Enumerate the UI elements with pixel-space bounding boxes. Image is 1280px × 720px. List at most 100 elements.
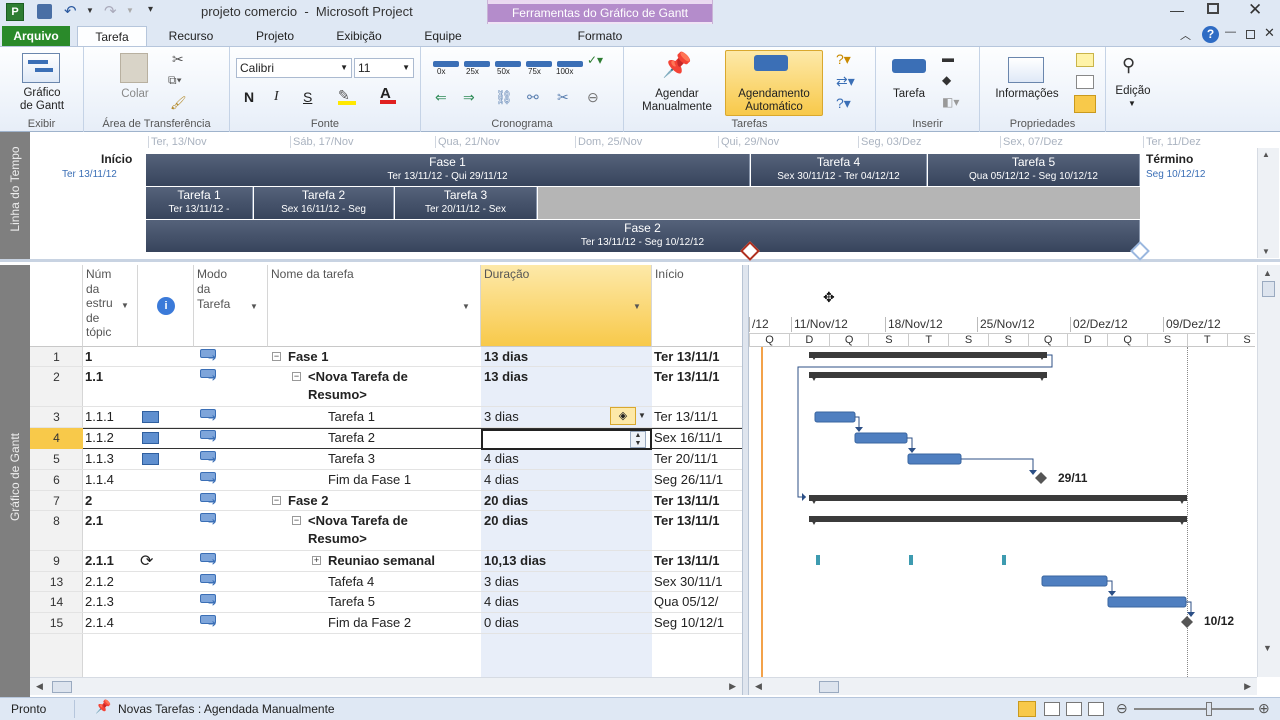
duration-edit-box[interactable] — [481, 429, 652, 450]
timeline-bar-fase1[interactable]: Fase 1 Ter 13/11/12 - Qui 29/11/12 — [146, 154, 750, 186]
collapse-toggle-icon[interactable]: − — [272, 352, 281, 361]
gantt-side-tab[interactable]: Gráfico de Gantt — [0, 265, 30, 697]
timeline-bar-tarefa5[interactable]: Tarefa 5 Qua 05/12/12 - Seg 10/12/12 — [928, 154, 1140, 186]
view-sheet-icon[interactable] — [1066, 702, 1082, 716]
grid-header-name[interactable]: Nome da tarefa ▼ — [268, 265, 481, 347]
view-gantt-icon[interactable] — [1018, 701, 1036, 717]
table-row[interactable]: 9 2.1.1 ⟳ ➔ + Reuniao semanal 10,13 dias Ter 13… — [30, 551, 742, 572]
smart-tag-icon[interactable]: ◈ — [610, 407, 636, 425]
calendar-indicator-icon[interactable] — [142, 411, 159, 423]
gantt-chart-button[interactable]: Gráfico de Gantt — [4, 87, 80, 113]
unlink-tasks-icon[interactable]: ⚯ — [527, 89, 539, 106]
recurring-meeting-3[interactable] — [1002, 555, 1006, 565]
timeline-add-icon[interactable] — [1074, 95, 1096, 113]
mode-icon[interactable]: ?▾ — [836, 95, 851, 112]
collapse-toggle-icon[interactable]: − — [272, 496, 281, 505]
table-row[interactable]: 8 2.1 ➔ − <Nova Tarefa de Resumo> 20 dias Ter 1… — [30, 511, 742, 551]
tab-exibicao[interactable]: Exibição — [322, 26, 396, 46]
zoom-slider[interactable] — [1134, 708, 1254, 710]
inactivate-icon[interactable]: ⊖ — [587, 89, 599, 106]
table-row[interactable]: 2 1.1 ➔ − <Nova Tarefa de Resumo> 13 dias Ter 1… — [30, 367, 742, 407]
doc-minimize-button[interactable]: — — [1225, 26, 1236, 38]
redo-icon[interactable]: ↷ — [104, 2, 117, 20]
insert-summary-icon[interactable]: ▬ — [942, 51, 954, 65]
doc-close-button[interactable]: ✕ — [1264, 25, 1275, 41]
smart-tag-dropdown-icon[interactable]: ▼ — [638, 411, 646, 420]
undo-icon[interactable]: ↶ — [64, 2, 77, 20]
bold-button[interactable]: N — [244, 89, 254, 105]
cut-icon[interactable]: ✂ — [172, 51, 184, 68]
timeline-bar-tarefa3[interactable]: Tarefa 3 Ter 20/11/12 - Sex — [395, 187, 537, 219]
calendar-indicator-icon[interactable] — [142, 432, 159, 444]
timeline-bar-tarefa4[interactable]: Tarefa 4 Sex 30/11/12 - Ter 04/12/12 — [751, 154, 927, 186]
summary-bar-fase2[interactable] — [809, 495, 1187, 504]
duration-filter-icon[interactable]: ▼ — [633, 299, 641, 314]
redo-dropdown-icon[interactable]: ▼ — [126, 6, 134, 15]
insert-milestone-icon[interactable]: ◆ — [942, 73, 951, 87]
task-bar-tarefa2[interactable] — [854, 432, 908, 444]
grid-header-duration[interactable]: Duração ▼ — [481, 265, 652, 347]
tab-recurso[interactable]: Recurso — [155, 26, 227, 46]
tab-equipe[interactable]: Equipe — [408, 26, 478, 46]
manual-schedule-button[interactable]: Agendar Manualmente — [628, 88, 726, 114]
indent-icon[interactable]: ⇒ — [463, 89, 475, 106]
format-painter-icon[interactable]: 🖌 — [170, 95, 187, 111]
name-filter-icon[interactable]: ▼ — [462, 299, 470, 314]
auto-schedule-button[interactable]: Agendamento Automático — [725, 88, 823, 114]
recurring-indicator-icon[interactable]: ⟳ — [140, 551, 153, 571]
timeline-side-tab[interactable]: Linha do Tempo — [0, 132, 30, 259]
task-bar-tarefa1[interactable] — [814, 411, 856, 423]
table-row[interactable]: 13 2.1.2 ➔ Tafefa 4 3 dias Sex 30/11/1 — [30, 572, 742, 592]
insert-deliverable-icon[interactable]: ◧▾ — [942, 95, 959, 109]
link-tasks-icon[interactable]: ⛓ — [495, 89, 513, 106]
timeline-bar-tarefa1[interactable]: Tarefa 1 Ter 13/11/12 - — [146, 187, 253, 219]
view-calendar-icon[interactable] — [1088, 702, 1104, 716]
split-divider[interactable] — [742, 265, 749, 695]
milestone-fim-fase1[interactable] — [1035, 472, 1047, 484]
task-bar-tarefa5[interactable] — [1107, 596, 1187, 608]
wbs-filter-icon[interactable]: ▼ — [121, 299, 129, 314]
tab-file[interactable]: Arquivo — [2, 26, 70, 46]
grid-header-start[interactable]: Início — [652, 265, 742, 347]
gantt-hscroll[interactable]: ◀ ▶ — [749, 677, 1257, 695]
table-row[interactable]: 6 1.1.4 ➔ Fim da Fase 1 4 dias Seg 26/11/1 — [30, 470, 742, 491]
highlight-color-icon[interactable]: ✎ — [338, 87, 356, 105]
information-button[interactable]: Informações — [984, 88, 1070, 101]
table-row[interactable]: 15 2.1.4 ➔ Fim da Fase 2 0 dias Seg 10/12/1 — [30, 613, 742, 634]
insert-task-button[interactable]: Tarefa — [884, 88, 934, 101]
restore-button[interactable] — [1207, 3, 1219, 14]
view-usage-icon[interactable] — [1044, 702, 1060, 716]
grid-header-indicators[interactable]: i — [138, 265, 194, 347]
paste-button[interactable]: Colar — [110, 88, 160, 101]
font-name-select[interactable]: Calibri ▼ — [236, 58, 352, 78]
editing-button[interactable]: Edição — [1106, 85, 1160, 98]
summary-bar-resumo1[interactable] — [809, 372, 1047, 381]
table-row[interactable]: 7 2 ➔ − Fase 2 20 dias Ter 13/11/1 — [30, 491, 742, 511]
outdent-icon[interactable]: ⇐ — [435, 89, 447, 106]
mode-filter-icon[interactable]: ▼ — [250, 299, 258, 314]
table-row[interactable]: 5 1.1.3 ➔ Tarefa 3 4 dias Ter 20/11/1 — [30, 449, 742, 470]
timeline-scrollbar[interactable]: ▲ ▼ — [1257, 148, 1279, 258]
collapse-ribbon-icon[interactable]: ︿ — [1180, 27, 1191, 43]
calendar-indicator-icon[interactable] — [142, 453, 159, 465]
recurring-meeting-2[interactable] — [909, 555, 913, 565]
zoom-out-icon[interactable]: ⊖ — [1116, 700, 1128, 717]
notes-icon[interactable] — [1076, 53, 1094, 67]
italic-button[interactable]: I — [274, 89, 279, 105]
collapse-toggle-icon[interactable]: − — [292, 372, 301, 381]
close-button[interactable]: ✕ — [1248, 0, 1262, 20]
summary-bar-fase1[interactable] — [809, 352, 1047, 360]
inspect-icon[interactable]: ?▾ — [836, 51, 851, 68]
expand-toggle-icon[interactable]: + — [312, 556, 321, 565]
task-bar-tarefa4[interactable] — [1041, 575, 1108, 587]
font-size-select[interactable]: 11 ▼ — [354, 58, 414, 78]
table-row[interactable]: 14 2.1.3 ➔ Tarefa 5 4 dias Qua 05/12/ — [30, 592, 742, 613]
timeline-bar-fase2[interactable]: Fase 2 Ter 13/11/12 - Seg 10/12/12 — [146, 220, 1140, 252]
table-row[interactable]: 1 1 ➔ − Fase 1 13 dias Ter 13/11/1 — [30, 347, 742, 367]
doc-restore-button[interactable] — [1246, 30, 1255, 39]
tab-formato[interactable]: Formato — [560, 26, 640, 46]
font-color-icon[interactable]: A — [380, 85, 396, 104]
summary-bar-resumo2[interactable] — [809, 516, 1187, 525]
task-bar-tarefa3[interactable] — [907, 453, 962, 465]
tab-tarefa[interactable]: Tarefa — [77, 26, 147, 46]
